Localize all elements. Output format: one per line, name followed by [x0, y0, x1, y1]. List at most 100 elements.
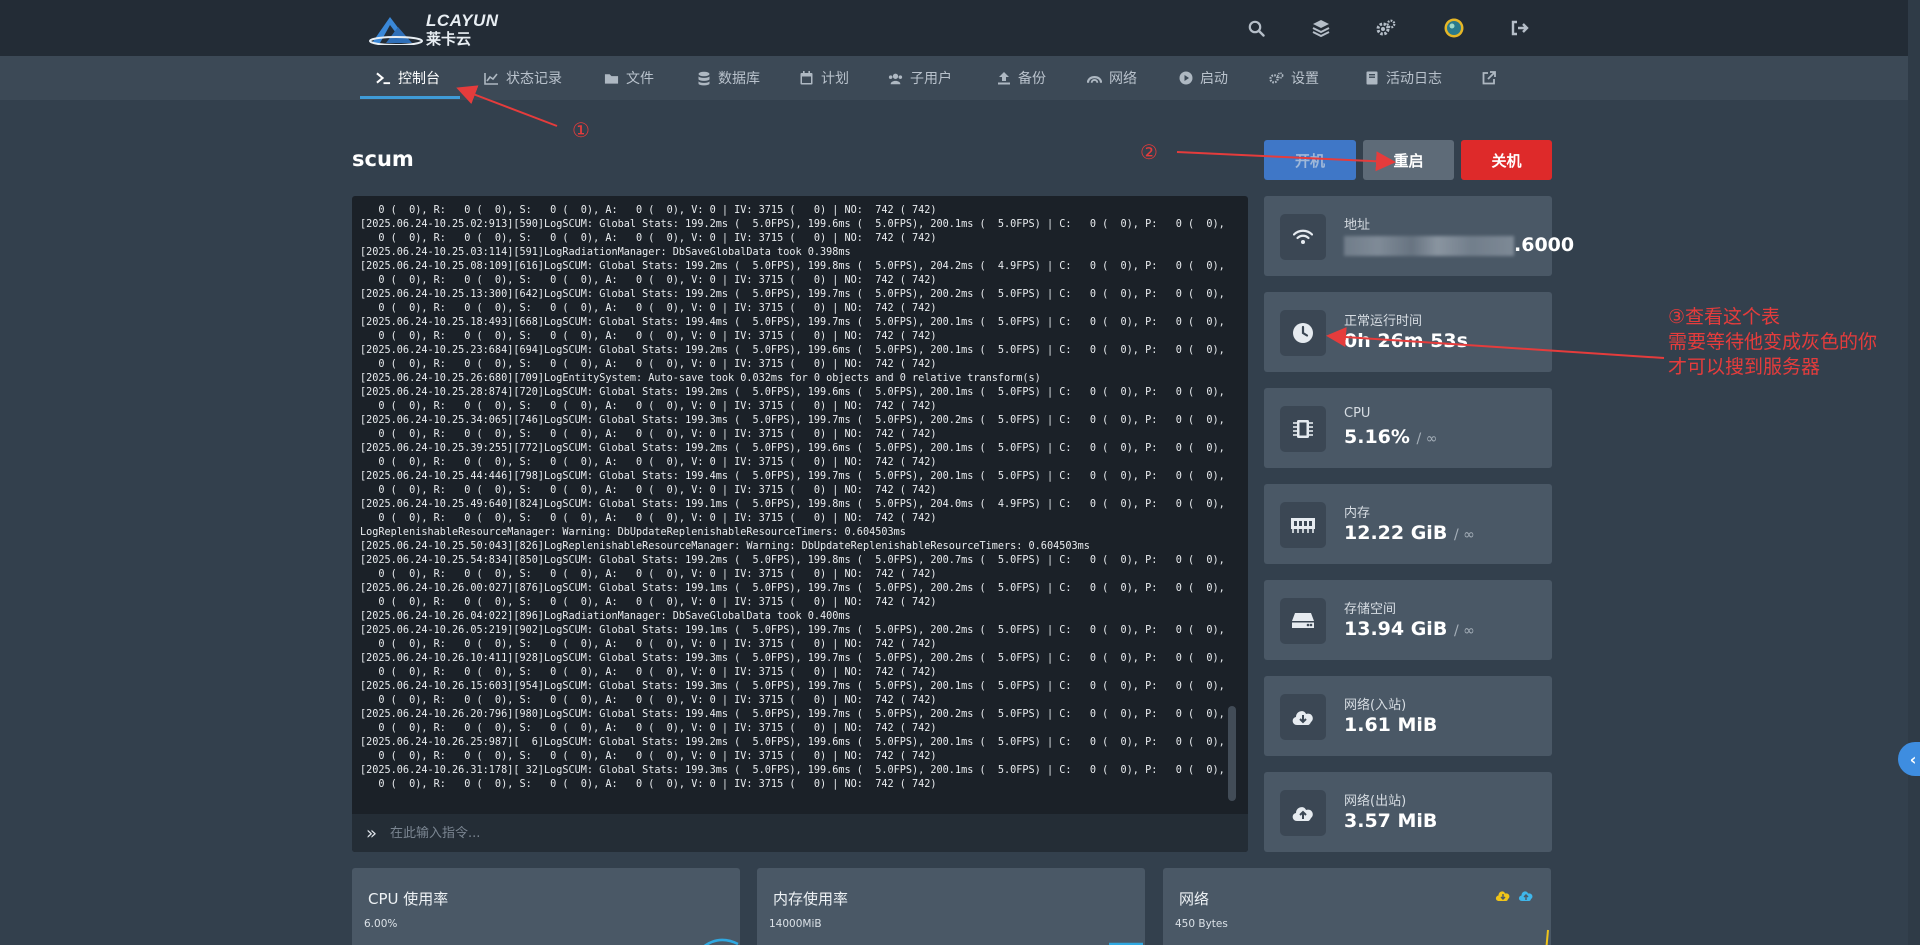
panel-scale: 14000MiB: [769, 918, 822, 930]
console-line: [2025.06.24-10.26.04:022][896]LogRadiati…: [360, 611, 851, 622]
nav-external-link[interactable]: [1481, 56, 1496, 100]
console-line: [2025.06.24-10.25.49:640][824]LogSCUM: G…: [360, 499, 1230, 510]
uptime-value: 0h 26m 53s: [1344, 330, 1468, 352]
nav-label: 数据库: [718, 71, 760, 87]
stat-storage: 存储空间 13.94 GiB / ∞: [1264, 580, 1552, 660]
memory-icon: [1280, 502, 1326, 548]
console-line: 0 ( 0), R: 0 ( 0), S: 0 ( 0), A: 0 ( 0),…: [360, 667, 937, 678]
stat-network-inbound: 网络(入站) 1.61 MiB: [1264, 676, 1552, 756]
nav-activity-log[interactable]: 活动日志: [1364, 56, 1442, 100]
users-icon: [888, 71, 903, 86]
nav-label: 状态记录: [506, 71, 562, 87]
console-line: 0 ( 0), R: 0 ( 0), S: 0 ( 0), A: 0 ( 0),…: [360, 695, 937, 706]
avatar[interactable]: [1444, 18, 1464, 38]
restart-button[interactable]: 重启: [1363, 140, 1454, 180]
nav-backups[interactable]: 备份: [996, 56, 1046, 100]
memory-graph-line: [1109, 942, 1143, 945]
start-button[interactable]: 开机: [1264, 140, 1356, 180]
console-line: 0 ( 0), R: 0 ( 0), S: 0 ( 0), A: 0 ( 0),…: [360, 303, 937, 314]
stop-button[interactable]: 关机: [1461, 140, 1552, 180]
nav-label: 文件: [626, 71, 654, 87]
stat-uptime: 正常运行时间 0h 26m 53s: [1264, 292, 1552, 372]
upload-icon: [996, 71, 1011, 86]
stat-label: 正常运行时间: [1344, 314, 1423, 329]
database-icon: [696, 71, 711, 86]
panel-title: 内存使用率: [773, 890, 849, 908]
layers-icon[interactable]: [1311, 18, 1331, 38]
console-line: [2025.06.24-10.26.10:411][928]LogSCUM: G…: [360, 653, 1230, 664]
hdd-icon: [1280, 598, 1326, 644]
cpu-value: 5.16% / ∞: [1344, 426, 1438, 448]
console-line: 0 ( 0), R: 0 ( 0), S: 0 ( 0), A: 0 ( 0),…: [360, 597, 937, 608]
console-line: [2025.06.24-10.25.54:834][850]LogSCUM: G…: [360, 555, 1230, 566]
network-out-value: 3.57 MiB: [1344, 810, 1438, 832]
stat-cpu: CPU 5.16% / ∞: [1264, 388, 1552, 468]
cpu-graph-line: [703, 938, 739, 945]
console-line: [2025.06.24-10.26.25:987][ 6]LogSCUM: Gl…: [360, 737, 1230, 748]
stat-label: 内存: [1344, 506, 1371, 521]
calendar-icon: [799, 71, 814, 86]
cloud-download-icon: [1280, 694, 1326, 740]
logout-icon[interactable]: [1510, 18, 1530, 38]
panel-title: CPU 使用率: [368, 890, 449, 908]
console-line: 0 ( 0), R: 0 ( 0), S: 0 ( 0), A: 0 ( 0),…: [360, 233, 937, 244]
console-line: 0 ( 0), R: 0 ( 0), S: 0 ( 0), A: 0 ( 0),…: [360, 429, 937, 440]
command-input[interactable]: [390, 825, 1190, 841]
clock-icon: [1280, 310, 1326, 356]
chart-line-icon: [484, 71, 499, 86]
nav-label: 活动日志: [1386, 71, 1442, 87]
nav-status-log[interactable]: 状态记录: [484, 56, 562, 100]
console-line: [2025.06.24-10.26.20:796][980]LogSCUM: G…: [360, 709, 1230, 720]
annotation-marker-2: ②: [1140, 140, 1158, 164]
nav-subusers[interactable]: 子用户: [888, 56, 952, 100]
console-line: [2025.06.24-10.26.00:027][876]LogSCUM: G…: [360, 583, 1230, 594]
console-line: 0 ( 0), R: 0 ( 0), S: 0 ( 0), A: 0 ( 0),…: [360, 779, 937, 790]
console-line: 0 ( 0), R: 0 ( 0), S: 0 ( 0), A: 0 ( 0),…: [360, 751, 937, 762]
network-icon: [1087, 71, 1102, 86]
console-line: [2025.06.24-10.26.15:603][954]LogSCUM: G…: [360, 681, 1230, 692]
brand-logo[interactable]: LCAYUN 莱卡云: [368, 9, 503, 48]
network-graph-line: [1545, 929, 1549, 945]
address-value[interactable]: .6000: [1344, 234, 1574, 256]
console-line: 0 ( 0), R: 0 ( 0), S: 0 ( 0), A: 0 ( 0),…: [360, 485, 937, 496]
external-link-icon: [1481, 71, 1496, 86]
network-panel: 网络 450 Bytes: [1163, 868, 1551, 945]
upload-legend-icon: [1518, 888, 1534, 907]
console-line: [2025.06.24-10.26.31:178][ 32]LogSCUM: G…: [360, 765, 1230, 776]
console-line: 0 ( 0), R: 0 ( 0), S: 0 ( 0), A: 0 ( 0),…: [360, 639, 937, 650]
nav-label: 启动: [1200, 71, 1228, 87]
folder-icon: [604, 71, 619, 86]
gears-icon[interactable]: [1376, 18, 1396, 38]
stat-address: 地址 .6000: [1264, 196, 1574, 276]
storage-value: 13.94 GiB / ∞: [1344, 618, 1475, 640]
book-icon: [1364, 71, 1379, 86]
console-scrollbar[interactable]: [1228, 706, 1236, 801]
nav-network[interactable]: 网络: [1087, 56, 1137, 100]
nav-label: 网络: [1109, 71, 1137, 87]
nav-settings[interactable]: 设置: [1269, 56, 1319, 100]
nav-files[interactable]: 文件: [604, 56, 654, 100]
cpu-icon: [1280, 406, 1326, 452]
side-panel-toggle[interactable]: ‹: [1898, 742, 1920, 776]
page-scrollbar[interactable]: [1908, 0, 1920, 945]
console-line: [2025.06.24-10.25.08:109][616]LogSCUM: G…: [360, 261, 1230, 272]
nav-database[interactable]: 数据库: [696, 56, 760, 100]
nav-label: 子用户: [910, 71, 952, 87]
memory-usage-panel: 内存使用率 14000MiB: [757, 868, 1145, 945]
console-line: 0 ( 0), R: 0 ( 0), S: 0 ( 0), A: 0 ( 0),…: [360, 275, 937, 286]
console-line: [2025.06.24-10.25.18:493][668]LogSCUM: G…: [360, 317, 1230, 328]
stat-label: 网络(入站): [1344, 698, 1407, 713]
console-line: 0 ( 0), R: 0 ( 0), S: 0 ( 0), A: 0 ( 0),…: [360, 331, 937, 342]
download-legend-icon: [1495, 888, 1511, 907]
search-icon[interactable]: [1246, 18, 1266, 38]
logo-mark-icon: [369, 17, 423, 45]
nav-console[interactable]: 控制台: [376, 56, 440, 100]
console-output: 0 ( 0), R: 0 ( 0), S: 0 ( 0), A: 0 ( 0),…: [360, 204, 1230, 804]
cloud-upload-icon: [1280, 790, 1326, 836]
nav-startup[interactable]: 启动: [1178, 56, 1228, 100]
chevrons-right-icon: »: [366, 822, 378, 844]
console-line: [2025.06.24-10.25.23:684][694]LogSCUM: G…: [360, 345, 1230, 356]
nav-schedule[interactable]: 计划: [799, 56, 849, 100]
settings-icon: [1269, 71, 1284, 86]
stat-network-outbound: 网络(出站) 3.57 MiB: [1264, 772, 1552, 852]
